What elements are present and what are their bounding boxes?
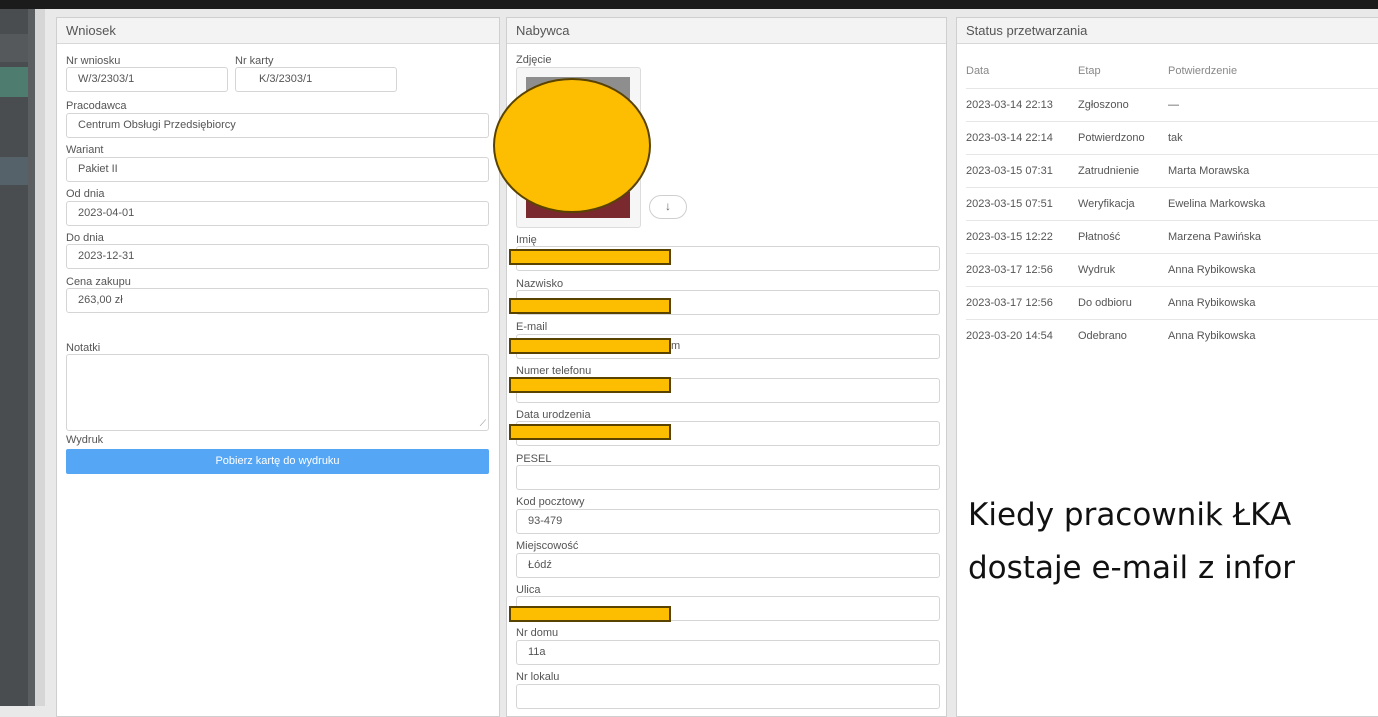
nabywca-title: Nabywca <box>507 18 946 44</box>
cell-potwierdzenie: Anna Rybikowska <box>1168 286 1378 320</box>
table-row: 2023-03-17 12:56 Wydruk Anna Rybikowska <box>966 253 1378 287</box>
status-title: Status przetwarzania <box>957 18 1378 44</box>
cell-data: 2023-03-15 07:51 <box>966 187 1078 221</box>
cell-data: 2023-03-15 12:22 <box>966 220 1078 254</box>
cell-etap: Płatność <box>1078 220 1168 254</box>
cell-potwierdzenie: — <box>1168 88 1378 122</box>
nr-lokalu-label: Nr lokalu <box>516 671 560 683</box>
cell-etap: Odebrano <box>1078 319 1168 352</box>
cell-etap: Wydruk <box>1078 253 1168 287</box>
cell-potwierdzenie: Ewelina Markowska <box>1168 187 1378 221</box>
zdjecie-label: Zdjęcie <box>516 54 552 66</box>
nr-karty-field[interactable]: K/3/2303/1 <box>235 67 397 92</box>
redaction-circle <box>493 78 651 213</box>
redaction-bar <box>509 298 671 314</box>
notatki-textarea[interactable]: ⟋ <box>66 354 489 431</box>
cell-data: 2023-03-17 12:56 <box>966 253 1078 287</box>
status-panel: Status przetwarzania Data Etap Potwierdz… <box>956 17 1378 717</box>
download-print-card-button[interactable]: Pobierz kartę do wydruku <box>66 449 489 474</box>
download-icon: ↓ <box>665 199 671 213</box>
telefon-label: Numer telefonu <box>516 365 592 377</box>
redaction-bar <box>509 606 671 622</box>
status-table: Data Etap Potwierdzenie 2023-03-14 22:13… <box>966 53 1378 352</box>
col-data: Data <box>966 64 990 77</box>
overlay-caption-line-1: Kiedy pracownik ŁKA <box>968 497 1292 533</box>
table-row: 2023-03-14 22:13 Zgłoszono — <box>966 88 1378 122</box>
overlay-caption-line-2: dostaje e-mail z infor <box>968 550 1296 586</box>
cell-potwierdzenie: Anna Rybikowska <box>1168 319 1378 352</box>
cell-data: 2023-03-14 22:14 <box>966 121 1078 155</box>
pracodawca-label: Pracodawca <box>66 100 127 112</box>
redaction-bar <box>509 424 671 440</box>
data-urodzenia-label: Data urodzenia <box>516 409 591 421</box>
kod-pocztowy-field[interactable]: 93-479 <box>516 509 940 534</box>
table-row: 2023-03-15 12:22 Płatność Marzena Pawińs… <box>966 220 1378 254</box>
cell-potwierdzenie: Marta Morawska <box>1168 154 1378 188</box>
wariant-field[interactable]: Pakiet II <box>66 157 489 182</box>
do-dnia-label: Do dnia <box>66 232 104 244</box>
cell-etap: Zatrudnienie <box>1078 154 1168 188</box>
nr-domu-label: Nr domu <box>516 627 559 639</box>
top-bar <box>0 0 1378 9</box>
redaction-bar <box>509 338 671 354</box>
pesel-label: PESEL <box>516 453 552 465</box>
download-photo-button[interactable]: ↓ <box>649 195 687 219</box>
pesel-field[interactable] <box>516 465 940 490</box>
cell-potwierdzenie: Marzena Pawińska <box>1168 220 1378 254</box>
od-dnia-field[interactable]: 2023-04-01 <box>66 201 489 226</box>
status-table-header: Data Etap Potwierdzenie <box>966 53 1378 89</box>
sidebar-item[interactable] <box>0 34 28 62</box>
email-visible-tail: m <box>671 340 681 352</box>
nabywca-panel: Nabywca Zdjęcie ↓ Imię Nazwisko E-mail m… <box>493 17 947 717</box>
table-row: 2023-03-14 22:14 Potwierdzono tak <box>966 121 1378 155</box>
od-dnia-label: Od dnia <box>66 188 105 200</box>
wniosek-title: Wniosek <box>57 18 499 44</box>
pracodawca-field[interactable]: Centrum Obsługi Przedsiębiorcy <box>66 113 489 138</box>
email-label: E-mail <box>516 321 548 333</box>
cell-data: 2023-03-17 12:56 <box>966 286 1078 320</box>
table-row: 2023-03-15 07:51 Weryfikacja Ewelina Mar… <box>966 187 1378 221</box>
sidebar-item-active[interactable] <box>0 67 28 97</box>
col-etap: Etap <box>1078 64 1101 77</box>
redaction-bar <box>509 249 671 265</box>
notatki-label: Notatki <box>66 342 101 354</box>
ulica-label: Ulica <box>516 584 541 596</box>
wariant-label: Wariant <box>66 144 104 156</box>
sidebar <box>0 9 35 706</box>
nr-karty-label: Nr karty <box>235 55 274 67</box>
cell-data: 2023-03-15 07:31 <box>966 154 1078 188</box>
wydruk-label: Wydruk <box>66 434 104 446</box>
nr-wniosku-field[interactable]: W/3/2303/1 <box>66 67 228 92</box>
resize-handle-icon[interactable]: ⟋ <box>480 418 486 429</box>
cell-etap: Do odbioru <box>1078 286 1168 320</box>
cell-etap: Weryfikacja <box>1078 187 1168 221</box>
cena-field[interactable]: 263,00 zł <box>66 288 489 313</box>
cell-potwierdzenie: tak <box>1168 121 1378 155</box>
sidebar-rail <box>28 9 35 706</box>
cell-potwierdzenie: Anna Rybikowska <box>1168 253 1378 287</box>
miejscowosc-label: Miejscowość <box>516 540 579 552</box>
redaction-bar <box>509 377 671 393</box>
col-potwierdzenie: Potwierdzenie <box>1168 64 1238 77</box>
table-row: 2023-03-15 07:31 Zatrudnienie Marta Mora… <box>966 154 1378 188</box>
cena-label: Cena zakupu <box>66 276 131 288</box>
kod-pocztowy-label: Kod pocztowy <box>516 496 585 508</box>
nazwisko-label: Nazwisko <box>516 278 564 290</box>
cell-data: 2023-03-20 14:54 <box>966 319 1078 352</box>
nr-wniosku-label: Nr wniosku <box>66 55 121 67</box>
imie-label: Imię <box>516 234 537 246</box>
sidebar-item[interactable] <box>0 157 28 185</box>
nr-domu-field[interactable]: 11a <box>516 640 940 665</box>
cell-data: 2023-03-14 22:13 <box>966 88 1078 122</box>
do-dnia-field[interactable]: 2023-12-31 <box>66 244 489 269</box>
cell-etap: Zgłoszono <box>1078 88 1168 122</box>
wniosek-panel: Wniosek Nr wniosku W/3/2303/1 Nr karty K… <box>56 17 500 717</box>
nr-lokalu-field[interactable] <box>516 684 940 709</box>
cell-etap: Potwierdzono <box>1078 121 1168 155</box>
miejscowosc-field[interactable]: Łódź <box>516 553 940 578</box>
table-row: 2023-03-17 12:56 Do odbioru Anna Rybikow… <box>966 286 1378 320</box>
table-row: 2023-03-20 14:54 Odebrano Anna Rybikowsk… <box>966 319 1378 352</box>
content-gutter <box>35 9 45 706</box>
